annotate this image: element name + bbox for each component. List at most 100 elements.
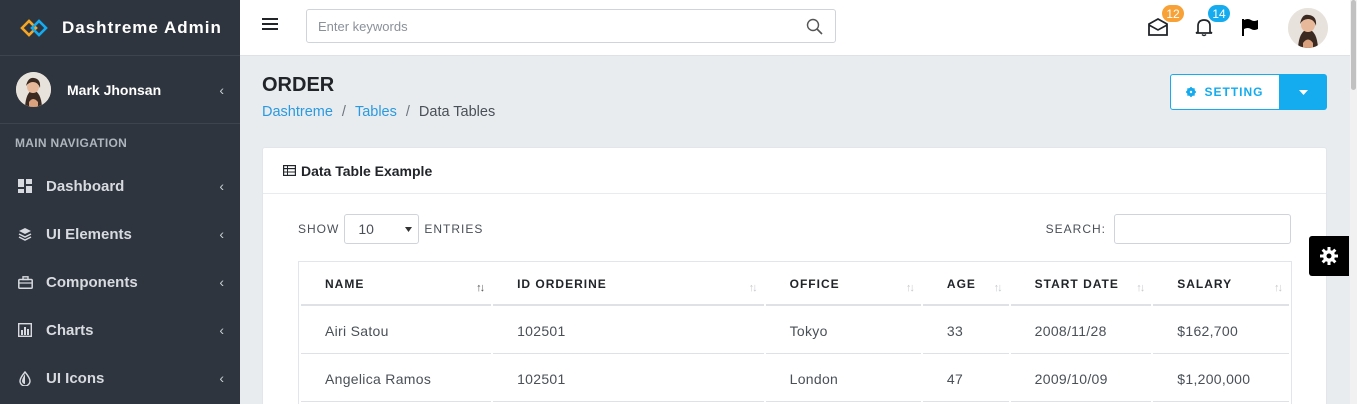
sidebar-item-ui-elements[interactable]: UI Elements ‹ — [0, 210, 240, 258]
sidebar-item-label: Dashboard — [46, 177, 125, 195]
data-table: NAME ↑↓ ID ORDERINE ↑↓ OFFICE ↑↓ AGE ↑↓ STAR… — [298, 261, 1292, 404]
table-controls: SHOW 10 ENTRIES SEARCH: — [298, 214, 1291, 244]
main-content: ORDER Dashtreme / Tables / Data Tables S… — [240, 57, 1350, 404]
table-search-label: SEARCH: — [1045, 222, 1106, 236]
sort-icon: ↑↓ — [993, 282, 1003, 294]
cell-name: Airi Satou — [301, 308, 492, 354]
table-header-row: NAME ↑↓ ID ORDERINE ↑↓ OFFICE ↑↓ AGE ↑↓ STAR… — [301, 264, 1289, 306]
mail-badge: 12 — [1162, 5, 1184, 22]
nav-header: MAIN NAVIGATION — [15, 136, 128, 150]
setting-button-label: SETTING — [1204, 85, 1264, 99]
breadcrumb-link-tables[interactable]: Tables — [355, 104, 397, 120]
user-panel[interactable]: Mark Jhonsan ‹ — [0, 56, 240, 124]
sidebar: Dashtreme Admin Mark Jhonsan ‹ MAIN NAVI… — [0, 0, 240, 404]
breadcrumb-separator: / — [341, 104, 346, 120]
cell-office: London — [765, 356, 921, 402]
cog-icon — [1186, 87, 1197, 97]
flag-icon — [1242, 19, 1258, 36]
sidebar-item-dashboard[interactable]: Dashboard ‹ — [0, 162, 240, 210]
cell-age: 47 — [922, 356, 1009, 402]
sort-icon: ↑↓ — [476, 282, 485, 294]
column-header-start-date[interactable]: START DATE ↑↓ — [1010, 264, 1152, 306]
column-header-name[interactable]: NAME ↑↓ — [301, 264, 492, 306]
profile-avatar[interactable] — [1288, 8, 1328, 48]
cell-age: 33 — [922, 308, 1009, 354]
cell-id: 102501 — [493, 356, 764, 402]
sidebar-item-charts[interactable]: Charts ‹ — [0, 306, 240, 354]
notifications-button[interactable]: 14 — [1191, 5, 1230, 40]
page-title: ORDER — [262, 74, 335, 96]
caret-down-icon — [1299, 89, 1308, 95]
column-header-office[interactable]: OFFICE ↑↓ — [765, 264, 921, 306]
language-button[interactable] — [1237, 14, 1263, 40]
entries-value: 10 — [358, 221, 374, 237]
sort-icon: ↑↓ — [1274, 282, 1283, 294]
table-search: SEARCH: — [1046, 214, 1291, 244]
table-row[interactable]: Angelica Ramos 102501 London 47 2009/10/… — [301, 356, 1289, 402]
table-search-input[interactable] — [1114, 214, 1291, 244]
cell-salary: $162,700 — [1153, 308, 1289, 354]
caret-down-icon — [405, 226, 413, 232]
table-row[interactable]: Airi Satou 102501 Tokyo 33 2008/11/28 $1… — [301, 308, 1289, 354]
search-icon[interactable] — [799, 18, 829, 35]
dashboard-icon — [17, 178, 33, 194]
search-input[interactable] — [307, 11, 799, 41]
sort-icon: ↑↓ — [748, 282, 758, 294]
sidebar-item-ui-icons[interactable]: UI Icons ‹ — [0, 354, 240, 402]
show-label: SHOW — [298, 222, 340, 236]
search-box — [306, 9, 836, 43]
breadcrumb-link-home[interactable]: Dashtreme — [262, 104, 333, 120]
chevron-left-icon[interactable]: ‹ — [219, 82, 224, 98]
card-title: Data Table Example — [301, 162, 433, 179]
chevron-left-icon: ‹ — [219, 226, 224, 242]
scrollbar-thumb[interactable] — [1351, 0, 1356, 90]
setting-dropdown-toggle[interactable] — [1280, 74, 1327, 110]
sidebar-item-label: Charts — [46, 321, 94, 339]
cell-office: Tokyo — [765, 308, 921, 354]
user-name: Mark Jhonsan — [67, 81, 162, 98]
card-header: Data Table Example — [263, 148, 1326, 194]
cell-start-date: 2009/10/09 — [1010, 356, 1152, 402]
setting-button[interactable]: SETTING — [1170, 74, 1280, 110]
sort-icon: ↑↓ — [905, 282, 915, 294]
entries-select[interactable]: 10 — [344, 214, 420, 244]
entries-length: SHOW 10 ENTRIES — [298, 214, 483, 244]
sidebar-item-label: UI Elements — [46, 225, 132, 243]
entries-label: ENTRIES — [424, 222, 484, 236]
chevron-left-icon: ‹ — [219, 322, 224, 338]
cell-start-date: 2008/11/28 — [1010, 308, 1152, 354]
cell-salary: $1,200,000 — [1153, 356, 1289, 402]
user-avatar — [16, 72, 51, 107]
column-header-id-orderine[interactable]: ID ORDERINE ↑↓ — [493, 264, 764, 306]
chevron-left-icon: ‹ — [219, 370, 224, 386]
column-header-age[interactable]: AGE ↑↓ — [922, 264, 1009, 306]
menu-toggle-icon[interactable] — [262, 18, 278, 32]
briefcase-icon — [17, 274, 33, 290]
mail-button[interactable]: 12 — [1145, 5, 1184, 40]
setting-button-group: SETTING — [1170, 74, 1327, 110]
breadcrumb-separator: / — [405, 104, 410, 120]
sort-icon: ↑↓ — [1136, 282, 1145, 294]
cell-name: Angelica Ramos — [301, 356, 492, 402]
data-table-card: Data Table Example SHOW 10 ENTRIES SEARC… — [262, 147, 1327, 404]
sidebar-item-components[interactable]: Components ‹ — [0, 258, 240, 306]
sidebar-item-label: Components — [46, 273, 138, 291]
breadcrumb: Dashtreme / Tables / Data Tables — [262, 104, 495, 120]
brand[interactable]: Dashtreme Admin — [0, 0, 240, 56]
chevron-left-icon: ‹ — [219, 178, 224, 194]
column-header-salary[interactable]: SALARY ↑↓ — [1153, 264, 1289, 306]
tint-icon — [17, 370, 33, 386]
gear-icon — [1320, 247, 1338, 265]
notifications-badge: 14 — [1208, 5, 1230, 22]
breadcrumb-current: Data Tables — [418, 104, 496, 120]
brand-logo-icon — [20, 18, 48, 37]
cell-id: 102501 — [493, 308, 764, 354]
theme-settings-toggle[interactable] — [1309, 236, 1349, 276]
bar-chart-icon — [17, 322, 33, 338]
chevron-left-icon: ‹ — [219, 274, 224, 290]
table-icon — [283, 163, 297, 179]
brand-name: Dashtreme Admin — [62, 17, 222, 37]
layers-icon — [17, 226, 33, 242]
sidebar-item-label: UI Icons — [46, 369, 105, 387]
topbar: 12 14 — [240, 0, 1357, 56]
